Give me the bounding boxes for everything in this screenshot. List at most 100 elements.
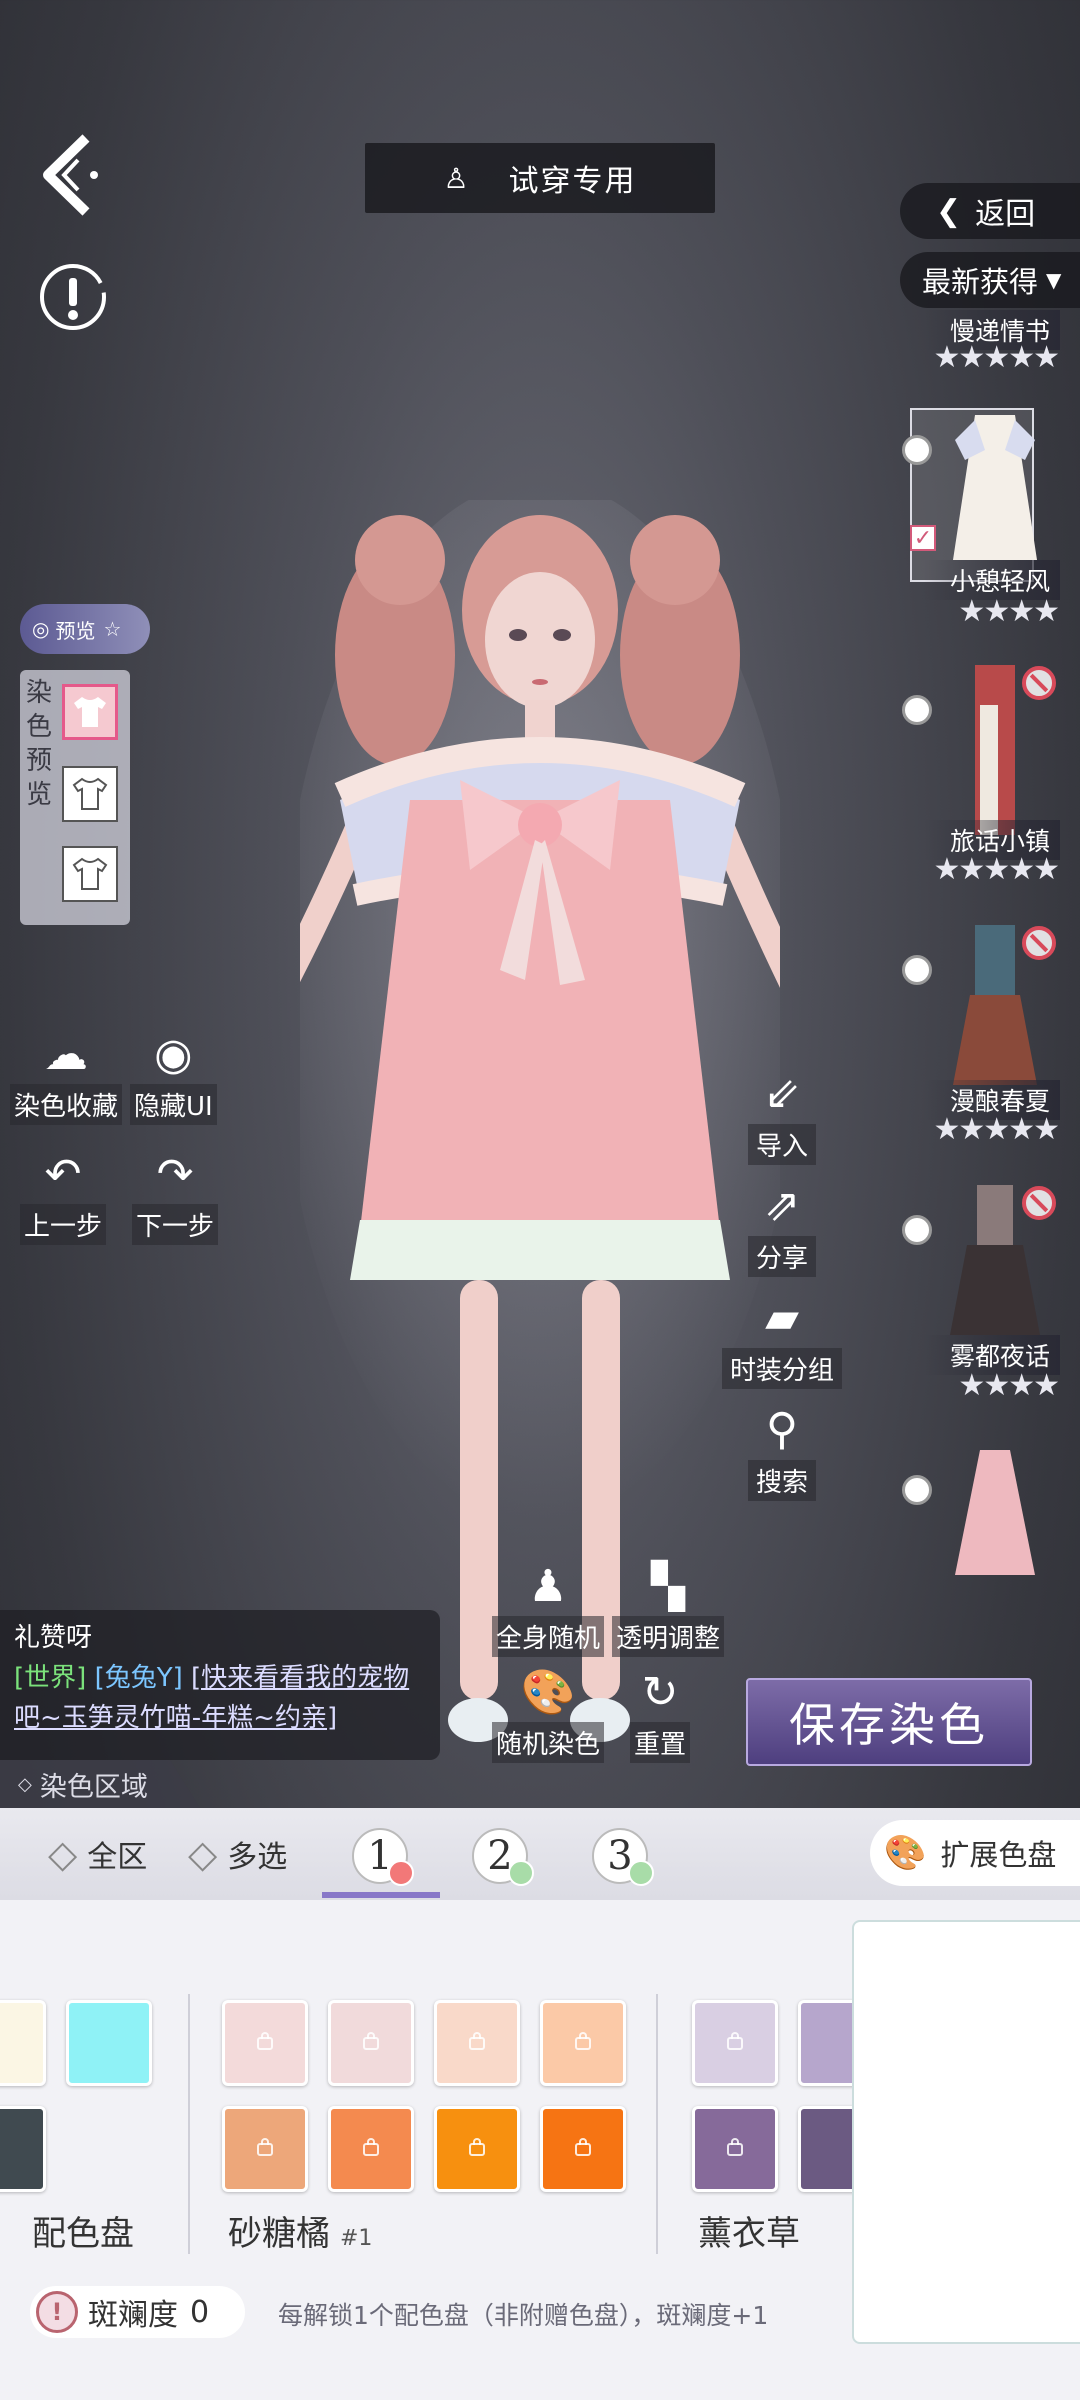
color-swatch-locked[interactable]	[434, 2000, 520, 2086]
color-swatch-locked[interactable]	[434, 2106, 520, 2192]
color-swatch[interactable]	[0, 2000, 46, 2086]
title-bar: ♙ 试穿专用	[365, 143, 715, 213]
dress-thumbnail	[955, 1450, 1035, 1575]
outfit-item-1[interactable]: 慢递情书 ★★★★★	[890, 310, 1080, 410]
transparency-label: 透明调整	[612, 1616, 725, 1657]
color-swatch[interactable]	[0, 2106, 46, 2192]
palette-name: 砂糖橘 #1	[228, 2214, 373, 2254]
slot-color-dot	[508, 1860, 534, 1886]
share-label: 分享	[747, 1236, 816, 1277]
color-swatch-locked[interactable]	[540, 2000, 626, 2086]
select-radio[interactable]	[902, 1215, 932, 1245]
outfit-item-6[interactable]	[890, 1440, 1080, 1580]
lock-icon	[257, 2137, 273, 2156]
star-rating: ★★★★★	[933, 1112, 1060, 1147]
palette-icon: 🎨	[520, 1667, 576, 1718]
import-button[interactable]: ⇙ 导入	[722, 1068, 842, 1165]
region-slot-1[interactable]: 1	[352, 1828, 414, 1886]
diamond-icon: ◇	[48, 1832, 78, 1876]
lock-icon	[257, 2031, 273, 2050]
random-dye-button[interactable]: 🎨 随机染色	[492, 1667, 605, 1763]
tab-all-label: 全区	[87, 1840, 148, 1875]
undo-button[interactable]: ↶ 上一步	[20, 1150, 107, 1245]
color-swatch-locked[interactable]	[328, 2106, 414, 2192]
star-rating: ★★★★	[958, 594, 1060, 629]
redo-icon: ↷	[156, 1149, 194, 1200]
search-button[interactable]: ⚲ 搜索	[722, 1404, 842, 1501]
tab-multi-select[interactable]: ◇ 多选	[188, 1808, 287, 1900]
color-swatch-locked[interactable]	[328, 2000, 414, 2086]
outfit-group-label: 时装分组	[722, 1348, 843, 1389]
lock-icon	[727, 2031, 743, 2050]
spots-badge[interactable]: ! 斑斓度 0	[30, 2286, 245, 2338]
preview-toggle[interactable]: ◎ 预览 ☆	[20, 604, 150, 654]
outfit-group-button[interactable]: ▰ 时装分组	[722, 1292, 843, 1389]
color-swatch[interactable]	[66, 2000, 152, 2086]
shirt-preview-white-2[interactable]	[62, 846, 118, 902]
dye-preview-label: 染色预览	[25, 678, 52, 810]
color-swatch-locked[interactable]	[222, 2000, 308, 2086]
color-swatch-locked[interactable]	[692, 2000, 778, 2086]
region-slot-2[interactable]: 2	[472, 1828, 534, 1886]
region-slot-3[interactable]: 3	[592, 1828, 654, 1886]
shirt-icon	[74, 697, 106, 727]
lock-icon	[363, 2137, 379, 2156]
color-swatch-locked[interactable]	[692, 2106, 778, 2192]
tab-all-regions[interactable]: ◇ 全区	[48, 1808, 147, 1900]
return-button[interactable]: ❮ 返回	[900, 183, 1080, 239]
preview-label: 预览	[55, 618, 96, 643]
chat-sender[interactable]: [兔兔Y]	[95, 1663, 183, 1693]
select-radio[interactable]	[902, 435, 932, 465]
dye-collect-button[interactable]: ☁ 染色收藏	[10, 1029, 123, 1125]
color-swatch-locked[interactable]	[222, 2106, 308, 2192]
outfit-item-5[interactable]: 雾都夜话 ★★★★	[890, 1180, 1080, 1410]
full-random-label: 全身随机	[492, 1616, 605, 1657]
outfit-item-2[interactable]: ✓ 小憩轻风 ★★★★	[890, 400, 1080, 650]
caret-down-icon: ▼	[1046, 268, 1062, 292]
chat-box[interactable]: 礼赞呀 [世界] [兔兔Y] [快来看看我的宠物吧~玉笋灵竹喵-年糕~约亲]	[0, 1610, 440, 1760]
prohibited-icon	[1022, 666, 1056, 700]
slot-color-dot	[628, 1860, 654, 1886]
checkbox-checked-icon[interactable]: ✓	[910, 525, 936, 551]
share-button[interactable]: ⇗ 分享	[722, 1180, 842, 1277]
expand-palette-button[interactable]: 🎨 扩展色盘	[870, 1820, 1080, 1886]
dress-icon: ♙	[443, 161, 471, 195]
shirt-preview-white-1[interactable]	[62, 766, 118, 822]
info-button[interactable]	[38, 262, 108, 332]
transparency-button[interactable]: ▚ 透明调整	[612, 1562, 725, 1657]
sort-dropdown[interactable]: 最新获得 ▼	[900, 252, 1080, 308]
star-rating: ★★★★★	[933, 852, 1060, 887]
full-random-button[interactable]: ♟ 全身随机	[492, 1562, 605, 1657]
dye-region-header: ◇ 染色区域	[0, 1760, 200, 1808]
color-swatch-locked[interactable]	[540, 2106, 626, 2192]
outfit-item-4[interactable]: 漫酿春夏 ★★★★★	[890, 920, 1080, 1150]
outfit-item-3[interactable]: 旅话小镇 ★★★★★	[890, 660, 1080, 890]
spots-value: 0	[190, 2294, 210, 2330]
save-dye-button[interactable]: 保存染色	[746, 1678, 1032, 1766]
lock-icon	[363, 2031, 379, 2050]
folder-icon: ▰	[765, 1292, 799, 1343]
chevron-left-icon	[43, 134, 98, 216]
dye-region-label: 染色区域	[39, 1771, 148, 1803]
search-label: 搜索	[747, 1460, 816, 1501]
palette-name: 薰衣草	[698, 2214, 800, 2254]
reset-button[interactable]: ↻ 重置	[630, 1668, 691, 1763]
palette-plus-icon: ☁	[44, 1029, 88, 1080]
select-radio[interactable]	[902, 955, 932, 985]
save-dye-label: 保存染色	[789, 1698, 989, 1752]
random-dye-label: 随机染色	[492, 1722, 605, 1763]
palette-divider	[188, 1994, 190, 2254]
preview-icon: ◎	[32, 617, 50, 641]
tab-multi-label: 多选	[227, 1840, 288, 1875]
hide-ui-button[interactable]: ◉ 隐藏UI	[130, 1030, 217, 1125]
shirt-preview-pink[interactable]	[62, 684, 118, 740]
back-arrow-button[interactable]	[36, 130, 106, 220]
hide-ui-label: 隐藏UI	[130, 1084, 217, 1125]
select-radio[interactable]	[902, 1475, 932, 1505]
diamond-icon: ◇	[188, 1832, 218, 1876]
lock-icon	[469, 2137, 485, 2156]
redo-button[interactable]: ↷ 下一步	[132, 1149, 219, 1245]
star-rating: ★★★★	[958, 1368, 1060, 1403]
select-radio[interactable]	[902, 695, 932, 725]
chat-line-1: 礼赞呀	[14, 1623, 93, 1653]
